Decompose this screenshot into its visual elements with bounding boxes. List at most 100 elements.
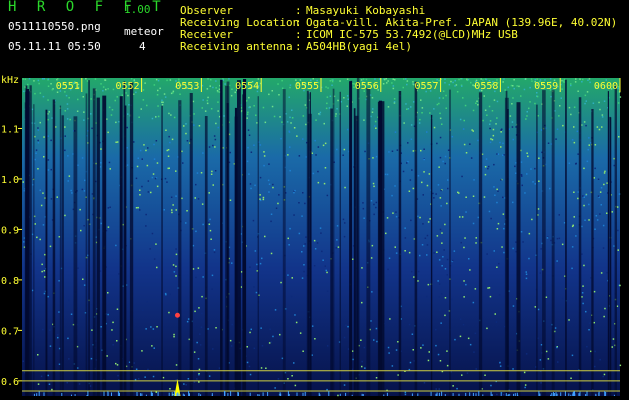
noise-speck [423, 148, 425, 150]
noise-speck [325, 269, 327, 272]
noise-speck [511, 103, 513, 105]
noise-speck [263, 151, 265, 153]
noise-speck [444, 268, 447, 270]
dark-stripe [339, 91, 341, 397]
noise-speck [372, 182, 375, 185]
noise-speck [304, 243, 306, 245]
noise-speck [454, 79, 456, 82]
noise-speck [156, 185, 159, 188]
noise-speck [208, 223, 211, 225]
noise-speck [504, 89, 506, 91]
noise-speck [287, 154, 289, 156]
noise-speck [525, 118, 527, 120]
noise-speck [335, 113, 337, 115]
noise-speck [153, 258, 156, 260]
noise-speck [618, 193, 621, 195]
noise-speck [489, 295, 492, 298]
noise-speck [489, 141, 492, 144]
noise-speck [111, 109, 114, 111]
noise-speck [370, 200, 373, 202]
noise-speck [39, 121, 41, 124]
noise-speck [255, 291, 258, 294]
noise-speck [512, 368, 514, 370]
noise-speck [211, 170, 213, 173]
noise-speck [215, 80, 217, 82]
noise-speck [573, 141, 576, 144]
noise-speck [440, 189, 442, 192]
dark-stripe [204, 116, 208, 396]
dark-stripe [578, 97, 582, 396]
noise-speck [337, 394, 339, 397]
noise-speck [594, 350, 596, 353]
noise-speck [441, 242, 443, 244]
noise-speck [303, 245, 305, 247]
noise-speck [499, 365, 502, 367]
noise-speck [100, 162, 102, 164]
dark-stripe [85, 93, 88, 397]
noise-speck [217, 126, 219, 129]
noise-speck [257, 78, 260, 80]
noise-speck [463, 296, 465, 298]
noise-speck [175, 265, 177, 268]
noise-speck [272, 335, 274, 338]
noise-speck [50, 139, 52, 142]
noise-speck [371, 244, 374, 247]
noise-speck [583, 121, 586, 123]
noise-speck [428, 173, 431, 175]
noise-speck [298, 202, 300, 204]
noise-speck [575, 162, 577, 165]
noise-speck [498, 262, 500, 265]
noise-speck [391, 365, 394, 367]
noise-speck [560, 97, 562, 99]
dark-stripe [33, 104, 35, 396]
noise-speck [303, 264, 305, 266]
noise-speck [577, 90, 579, 92]
noise-speck [212, 184, 214, 186]
noise-speck [259, 194, 261, 196]
noise-speck [489, 123, 491, 125]
noise-speck [43, 136, 45, 138]
noise-speck [218, 367, 221, 369]
noise-speck [582, 195, 584, 197]
noise-speck [291, 109, 293, 111]
noise-speck [37, 354, 39, 356]
noise-speck [278, 194, 280, 196]
noise-speck [577, 153, 579, 155]
noise-speck [172, 264, 175, 266]
noise-speck [465, 211, 467, 213]
noise-speck [570, 83, 572, 85]
noise-speck [142, 309, 144, 312]
noise-speck [440, 322, 442, 324]
noise-speck [594, 144, 597, 146]
noise-speck [162, 376, 165, 379]
noise-speck [600, 204, 602, 206]
noise-speck [438, 259, 441, 261]
noise-speck [168, 167, 170, 169]
noise-speck [512, 247, 514, 250]
noise-speck [301, 251, 303, 253]
noise-speck [385, 78, 387, 80]
noise-speck [319, 111, 322, 114]
noise-speck [384, 173, 387, 176]
noise-speck [195, 276, 197, 279]
noise-speck [24, 78, 27, 80]
noise-speck [313, 265, 316, 267]
noise-speck [364, 150, 366, 153]
noise-speck [439, 117, 442, 120]
noise-speck [408, 323, 411, 326]
noise-speck [585, 310, 587, 313]
noise-speck [571, 139, 574, 141]
noise-speck [499, 361, 501, 364]
noise-speck [270, 220, 272, 223]
noise-speck [490, 384, 492, 387]
noise-speck [331, 79, 333, 81]
noise-speck [138, 116, 140, 118]
noise-speck [34, 223, 36, 225]
noise-speck [197, 267, 200, 269]
dark-stripe [398, 91, 402, 396]
noise-speck [474, 332, 477, 335]
noise-speck [112, 88, 115, 91]
noise-speck [502, 81, 504, 83]
noise-speck [435, 328, 437, 331]
noise-speck [265, 367, 267, 369]
